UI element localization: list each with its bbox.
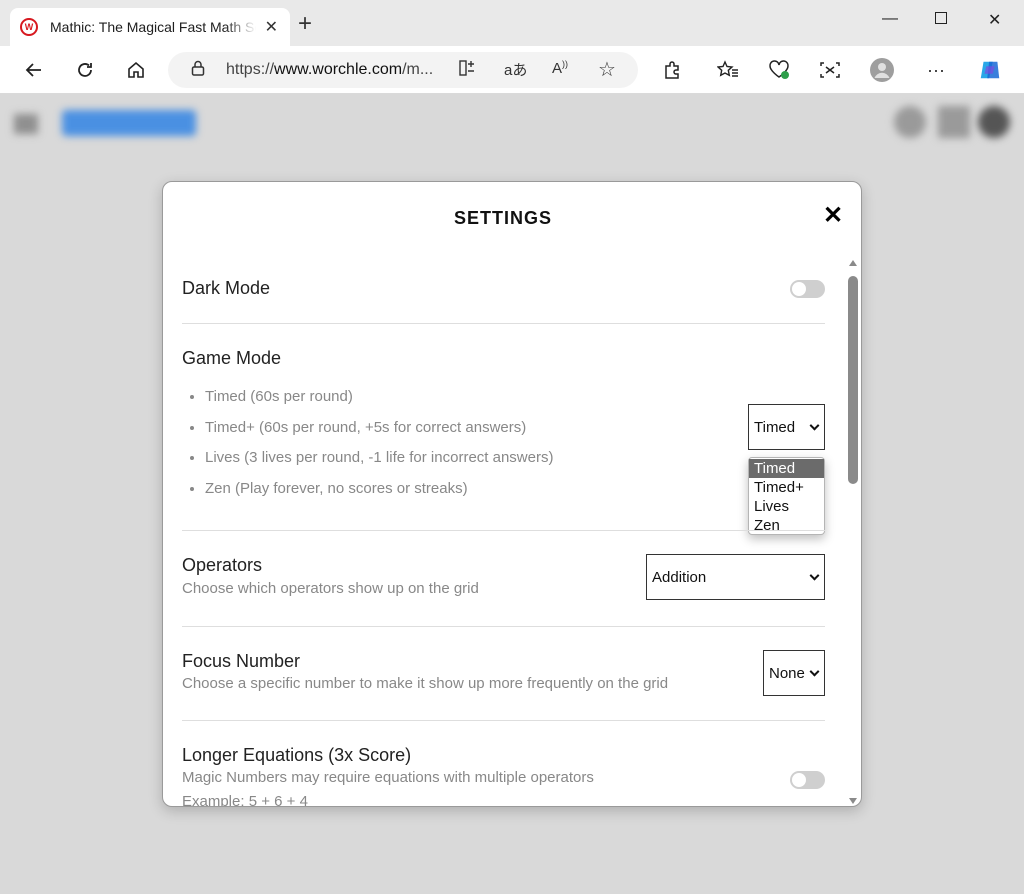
translate-icon[interactable]: aあ [504, 59, 527, 80]
game-mode-dropdown: Timed Timed+ Lives Zen [748, 457, 825, 535]
worchle-favicon-icon: W [20, 18, 38, 36]
tab-close-icon[interactable]: ✕ [265, 17, 278, 37]
divider [182, 530, 825, 531]
url-host: www.worchle.com [274, 61, 403, 78]
focus-number-select[interactable]: None [763, 650, 825, 696]
more-menu-icon[interactable]: ··· [924, 58, 948, 82]
focus-number-label: Focus Number [182, 651, 301, 671]
dark-mode-label: Dark Mode [182, 278, 271, 298]
game-mode-selected-value: Timed [754, 418, 796, 436]
scroll-up-arrow-icon[interactable] [849, 260, 857, 266]
settings-title: SETTINGS [453, 208, 552, 228]
browser-essentials-icon[interactable] [767, 58, 791, 82]
focus-number-selected-value: None [769, 664, 805, 682]
stats-icon [938, 106, 970, 138]
longer-equations-label: Longer Equations (3x Score) [182, 745, 412, 765]
tab-title: Mathic: The Magical Fast Math Se [50, 19, 256, 35]
maximize-icon[interactable] [935, 8, 947, 24]
scroll-down-arrow-icon[interactable] [849, 798, 857, 804]
copilot-icon[interactable] [978, 58, 1002, 82]
modal-scrollbar[interactable] [846, 258, 860, 806]
scrollbar-thumb[interactable] [848, 276, 858, 484]
read-aloud-icon[interactable]: A)) [552, 59, 568, 77]
close-icon[interactable]: ✕ [823, 204, 843, 228]
browser-toolbar: https://www.worchle.com/m... aあ A)) ☆ ··… [0, 46, 1024, 94]
game-mode-list: Timed (60s per round) Timed+ (60s per ro… [205, 386, 553, 508]
game-mode-option-zen[interactable]: Zen [749, 516, 824, 535]
refresh-icon[interactable] [73, 58, 97, 82]
url-text: https://www.worchle.com/m... [226, 61, 433, 79]
longer-equations-example: Example: 5 + 6 + 4 [182, 793, 308, 807]
divider [182, 626, 825, 627]
window-close-icon[interactable]: ✕ [988, 10, 1001, 30]
game-mode-option-lives[interactable]: Lives [749, 497, 824, 516]
longer-equations-description: Magic Numbers may require equations with… [182, 769, 594, 786]
game-mode-select[interactable]: Timed [748, 404, 825, 450]
list-item: Timed (60s per round) [205, 386, 553, 417]
new-tab-icon[interactable]: + [298, 12, 312, 36]
game-mode-option-timed-plus[interactable]: Timed+ [749, 478, 824, 497]
operators-selected-value: Addition [652, 568, 707, 586]
hamburger-menu-icon [14, 114, 38, 134]
address-bar[interactable]: https://www.worchle.com/m... aあ A)) ☆ [168, 52, 638, 88]
profile-avatar-icon[interactable] [870, 58, 894, 82]
split-screen-icon[interactable] [458, 59, 476, 82]
operators-select[interactable]: Addition [646, 554, 825, 600]
settings-modal: SETTINGS ✕ Dark Mode Game Mode Timed (60… [162, 181, 862, 807]
back-arrow-icon[interactable] [22, 58, 46, 82]
browser-tab[interactable]: W Mathic: The Magical Fast Math Se ✕ [10, 8, 290, 46]
chevron-down-icon [809, 570, 820, 581]
minimize-icon[interactable]: — [882, 10, 898, 28]
help-icon [894, 106, 926, 138]
tab-strip: W Mathic: The Magical Fast Math Se ✕ + —… [0, 0, 1024, 46]
screenshot-icon[interactable] [818, 58, 842, 82]
chevron-down-icon [809, 666, 820, 677]
operators-label: Operators [182, 555, 263, 575]
chevron-down-icon [809, 420, 820, 431]
game-mode-label: Game Mode [182, 348, 282, 368]
longer-equations-toggle[interactable] [790, 771, 825, 789]
url-scheme: https:// [226, 61, 275, 78]
list-item: Zen (Play forever, no scores or streaks) [205, 478, 553, 509]
game-mode-option-timed[interactable]: Timed [749, 459, 824, 478]
home-icon[interactable] [124, 58, 148, 82]
extensions-icon[interactable] [660, 58, 684, 82]
list-item: Timed+ (60s per round, +5s for correct a… [205, 417, 553, 448]
favorite-star-icon[interactable]: ☆ [598, 57, 616, 82]
divider [182, 720, 825, 721]
lock-icon[interactable] [190, 59, 206, 82]
url-path: /m... [402, 61, 434, 78]
list-item: Lives (3 lives per round, -1 life for in… [205, 447, 553, 478]
focus-number-description: Choose a specific number to make it show… [182, 675, 669, 692]
operators-description: Choose which operators show up on the gr… [182, 580, 479, 597]
favorites-list-icon[interactable] [716, 58, 740, 82]
settings-gear-icon [978, 106, 1010, 138]
site-logo [62, 110, 196, 136]
divider [182, 323, 825, 324]
dark-mode-toggle[interactable] [790, 280, 825, 298]
